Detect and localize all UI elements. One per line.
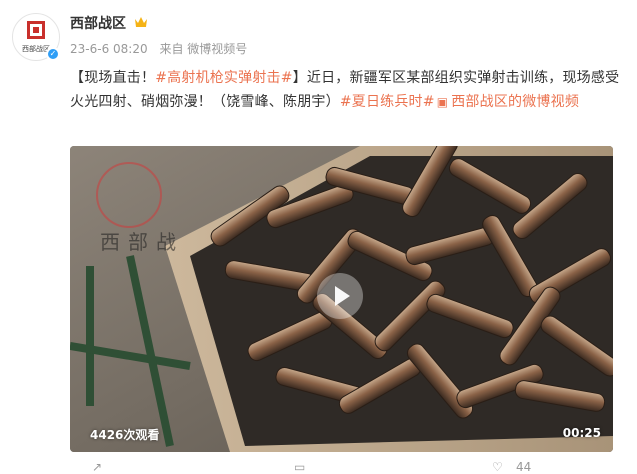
post-prefix: 【现场直击！ xyxy=(70,70,156,86)
weibo-post-card: 西部战区 ✓ 西部战区 23-6-6 08:20 来自 微博视频号 【现场直击！… xyxy=(0,0,637,474)
verified-badge-icon: ✓ xyxy=(46,47,60,61)
play-button-icon[interactable] xyxy=(317,273,363,319)
view-count: 4426次观看 xyxy=(90,428,160,442)
hashtag-link[interactable]: #夏日练兵时# xyxy=(340,94,435,110)
action-bar: ↗ ▭ ♡ 44 xyxy=(0,458,637,474)
post-date[interactable]: 23-6-6 08:20 xyxy=(70,42,148,56)
post-source: 来自 微博视频号 xyxy=(159,42,248,56)
video-link-icon: ▣ xyxy=(436,95,449,109)
comment-icon[interactable]: ▭ xyxy=(294,460,305,474)
post-text: 【现场直击！#高射机枪实弹射击#】近日，新疆军区某部组织实弹射击训练，现场感受火… xyxy=(70,66,630,114)
like-icon[interactable]: ♡ xyxy=(492,460,503,474)
post-meta: 23-6-6 08:20 来自 微博视频号 xyxy=(70,40,255,58)
watermark-logo xyxy=(96,162,162,228)
hashtag-link[interactable]: #高射机枪实弹射击# xyxy=(155,70,292,86)
video-link[interactable]: 西部战区的微博视频 xyxy=(451,94,579,110)
crown-icon xyxy=(135,17,147,27)
video-player[interactable]: 西部战 4426次观看 00:25 xyxy=(70,146,613,452)
like-count: 44 xyxy=(516,460,532,474)
watermark-text: 西部战 xyxy=(100,230,184,254)
account-name[interactable]: 西部战区 xyxy=(70,14,126,34)
video-duration: 00:25 xyxy=(562,426,601,440)
share-icon[interactable]: ↗ xyxy=(92,460,102,474)
